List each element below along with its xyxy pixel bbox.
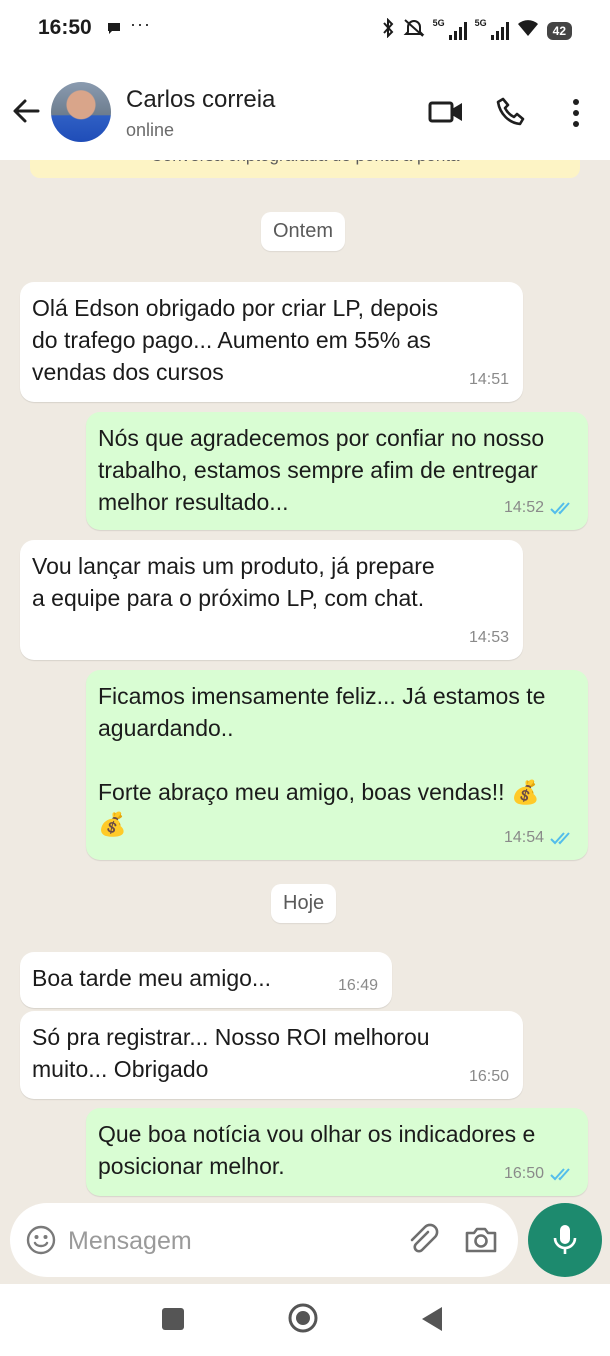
contact-name[interactable]: Carlos correia (126, 86, 275, 114)
camera-icon[interactable] (464, 1223, 498, 1257)
network-type-1: 5G (432, 18, 445, 28)
message-meta: 14:53 (469, 622, 509, 654)
message-bubble-incoming[interactable]: Só pra registrar... Nosso ROI melhorou m… (20, 1011, 523, 1099)
message-bubble-outgoing[interactable]: Que boa notícia vou olhar os indicadores… (86, 1108, 588, 1196)
read-ticks-icon (550, 502, 570, 515)
message-meta: 14:54 (504, 822, 574, 854)
bluetooth-icon (381, 17, 395, 43)
message-time: 14:53 (468, 629, 509, 646)
arrow-left-icon[interactable] (10, 95, 42, 127)
message-text: Vou lançar mais um produto, já prepare a… (32, 553, 435, 611)
video-camera-icon[interactable] (428, 98, 464, 126)
message-bubble-incoming[interactable]: Vou lançar mais um produto, já prepare a… (20, 540, 523, 660)
microphone-button[interactable] (528, 1203, 602, 1277)
message-time: 16:50 (468, 1068, 509, 1085)
wifi-icon (517, 19, 539, 42)
message-meta: 14:52 (504, 492, 574, 524)
message-composer (10, 1203, 518, 1277)
date-chip-yesterday: Ontem (261, 212, 346, 251)
message-time: 14:52 (503, 499, 544, 516)
signal-icon-2 (490, 21, 509, 40)
message-bubble-outgoing[interactable]: Nós que agradecemos por confiar no nosso… (86, 412, 588, 530)
message-bubble-incoming[interactable]: Boa tarde meu amigo... 16:49 (20, 952, 392, 1008)
recents-icon[interactable] (162, 1308, 184, 1330)
contact-avatar[interactable] (51, 82, 111, 142)
message-meta: 16:50 (504, 1158, 574, 1190)
paperclip-icon[interactable] (406, 1223, 440, 1257)
message-meta: 14:51 (469, 364, 509, 396)
message-time: 16:50 (503, 1165, 544, 1182)
signal-icon-1 (448, 21, 467, 40)
battery-indicator: 42 (546, 21, 572, 40)
chat-area[interactable]: Conversa criptografada de ponta a ponta … (0, 160, 610, 1200)
message-text: Só pra registrar... Nosso ROI melhorou m… (32, 1024, 430, 1082)
more-vert-icon[interactable] (566, 98, 586, 128)
home-icon[interactable] (287, 1302, 319, 1334)
date-chip-today: Hoje (271, 884, 337, 923)
phone-icon[interactable] (495, 96, 527, 128)
encryption-banner[interactable]: Conversa criptografada de ponta a ponta (30, 160, 580, 178)
network-type-2: 5G (474, 18, 487, 28)
microphone-icon (553, 1225, 577, 1254)
status-time: 16:50 (38, 16, 92, 39)
read-ticks-icon (550, 1168, 570, 1181)
nav-back-icon[interactable] (420, 1306, 444, 1332)
message-text: Ficamos imensamente feliz... Já estamos … (98, 683, 546, 837)
message-bubble-outgoing[interactable]: Ficamos imensamente feliz... Já estamos … (86, 670, 588, 860)
message-time: 14:54 (503, 829, 544, 846)
read-ticks-icon (550, 832, 570, 845)
message-time: 16:49 (337, 977, 378, 994)
contact-status: online (126, 120, 175, 140)
chat-header: Carlos correia online (0, 60, 610, 160)
mute-icon (403, 18, 425, 43)
message-meta: 16:49 (338, 970, 378, 1002)
smiley-icon[interactable] (26, 1225, 56, 1255)
message-text: Boa tarde meu amigo... (32, 965, 272, 991)
notification-chat-icon (106, 20, 122, 41)
message-time: 14:51 (468, 371, 509, 388)
status-icons: 5G 5G 42 (381, 17, 572, 43)
message-meta: 16:50 (469, 1061, 509, 1093)
notification-more: ··· (130, 14, 151, 34)
status-bar: 16:50 ··· 5G 5G 42 (0, 0, 610, 60)
message-text: Olá Edson obrigado por criar LP, depois … (32, 295, 439, 385)
system-nav-bar (0, 1284, 610, 1356)
message-input[interactable] (66, 1219, 390, 1263)
message-bubble-incoming[interactable]: Olá Edson obrigado por criar LP, depois … (20, 282, 523, 402)
